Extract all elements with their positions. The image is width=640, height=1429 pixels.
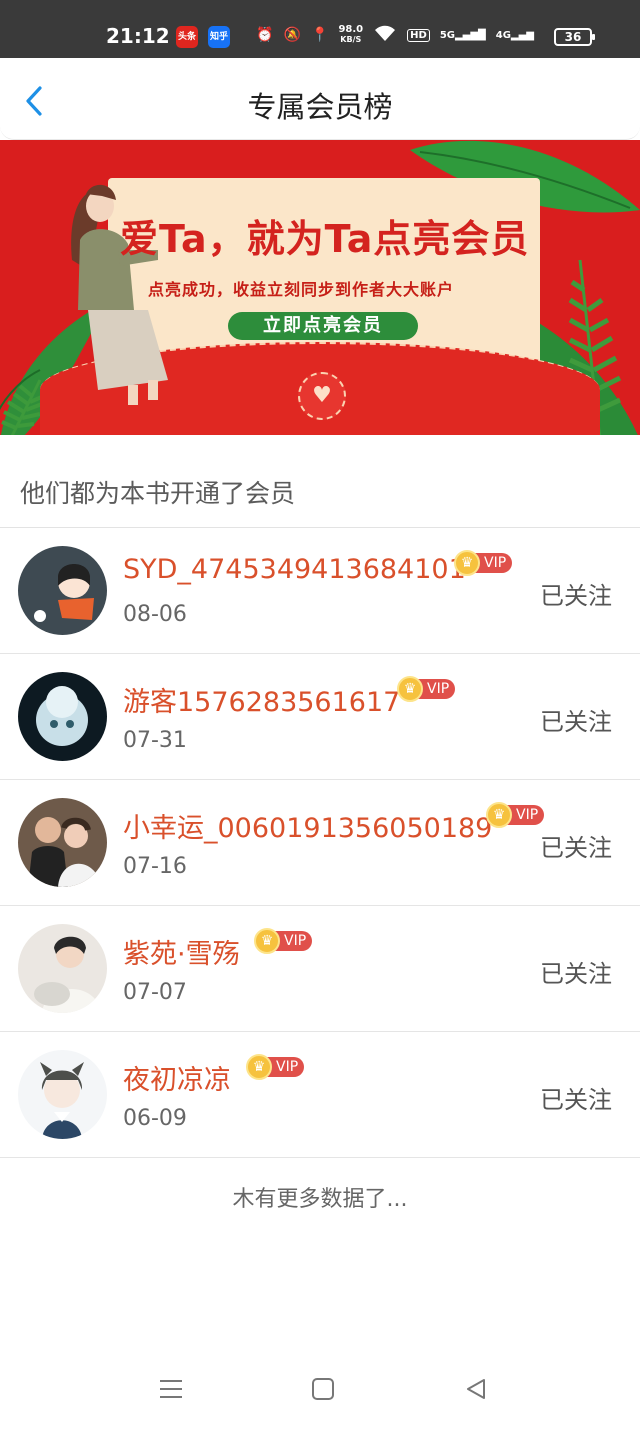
toutiao-app-icon: 头条 — [176, 26, 198, 48]
wifi-icon — [373, 24, 397, 46]
vip-badge: ♛ VIP — [254, 928, 313, 954]
vip-crown-icon: ♛ — [254, 928, 280, 954]
avatar[interactable] — [18, 798, 107, 887]
home-nav-button[interactable] — [308, 1374, 338, 1404]
signal-4g-label: 4G — [495, 29, 511, 41]
back-nav-icon — [467, 1379, 485, 1399]
home-nav-icon — [312, 1378, 334, 1400]
back-nav-button[interactable] — [462, 1374, 492, 1404]
signal-5g-label: 5G — [439, 29, 455, 41]
follow-button[interactable]: 已关注 — [540, 576, 612, 611]
promo-banner[interactable]: ♥ 爱Ta，就为Ta点亮会员 点亮成功，收益立刻同步到作者大大账户 立即点亮会员 — [0, 140, 640, 435]
alarm-icon: ⏰ — [256, 27, 274, 43]
vip-crown-icon: ♛ — [246, 1054, 272, 1080]
member-name[interactable]: 夜初凉凉 — [123, 1058, 231, 1097]
vip-badge: ♛ VIP — [397, 676, 456, 702]
avatar[interactable] — [18, 672, 107, 761]
vip-crown-icon: ♛ — [397, 676, 423, 702]
member-name[interactable]: SYD_4745349413684101 — [123, 554, 466, 585]
no-more-data-text: 木有更多数据了... — [232, 1187, 408, 1212]
member-row[interactable]: 小幸运_0060191356050189 ♛ VIP 07-16 已关注 — [0, 780, 640, 906]
menu-nav-button[interactable] — [156, 1374, 186, 1404]
status-bar: 21:12 头条 知乎 ⏰ 🔕 📍 98.0 KB/S HD 5G▂▄▆█ 4G… — [0, 0, 640, 58]
banner-subline: 点亮成功，收益立刻同步到作者大大账户 — [148, 280, 455, 299]
member-name[interactable]: 小幸运_0060191356050189 — [123, 806, 492, 845]
page-title: 专属会员榜 — [247, 90, 393, 124]
light-up-vip-button[interactable]: 立即点亮会员 — [228, 312, 418, 340]
status-icons: ⏰ 🔕 📍 98.0 KB/S HD 5G▂▄▆█ 4G▂▄▆ — [256, 24, 582, 46]
member-row[interactable]: SYD_4745349413684101 ♛ VIP 08-06 已关注 — [0, 528, 640, 654]
follow-button[interactable]: 已关注 — [540, 954, 612, 989]
page-header: 专属会员榜 — [0, 58, 640, 140]
vip-crown-icon: ♛ — [454, 550, 480, 576]
banner-headline: 爱Ta，就为Ta点亮会员 — [120, 217, 530, 261]
system-nav-bar — [0, 1350, 640, 1429]
member-date: 07-31 — [123, 728, 187, 753]
member-date: 07-16 — [123, 854, 187, 879]
member-name[interactable]: 游客1576283561617 — [123, 680, 400, 719]
member-date: 06-09 — [123, 1106, 187, 1131]
follow-button[interactable]: 已关注 — [540, 828, 612, 863]
net-speed: 98.0 KB/S — [338, 25, 363, 45]
member-row[interactable]: 游客1576283561617 ♛ VIP 07-31 已关注 — [0, 654, 640, 780]
avatar[interactable] — [18, 1050, 107, 1139]
signal-4g: 4G▂▄▆ — [496, 30, 534, 41]
net-speed-unit: KB/S — [340, 35, 362, 44]
vip-crown-icon: ♛ — [486, 802, 512, 828]
member-date: 08-06 — [123, 602, 187, 627]
member-date: 07-07 — [123, 980, 187, 1005]
member-row[interactable]: 紫苑·雪殇 ♛ VIP 07-07 已关注 — [0, 906, 640, 1032]
vip-badge: ♛ VIP — [246, 1054, 305, 1080]
vip-badge: ♛ VIP — [486, 802, 545, 828]
follow-button[interactable]: 已关注 — [540, 702, 612, 737]
signal-bars-icon: ▂▄▆█ — [454, 29, 486, 41]
signal-bars-icon: ▂▄▆ — [510, 29, 534, 41]
menu-nav-icon — [160, 1380, 182, 1398]
avatar[interactable] — [18, 924, 107, 1013]
vip-badge: ♛ VIP — [454, 550, 513, 576]
avatar[interactable] — [18, 546, 107, 635]
location-icon: 📍 — [311, 27, 329, 43]
battery-icon: 36 — [554, 28, 595, 46]
member-row[interactable]: 夜初凉凉 ♛ VIP 06-09 已关注 — [0, 1032, 640, 1158]
heart-seal-icon: ♥ — [298, 372, 346, 420]
net-speed-value: 98.0 — [338, 24, 364, 35]
hd-badge: HD — [407, 28, 430, 42]
follow-button[interactable]: 已关注 — [540, 1080, 612, 1115]
status-time: 21:12 — [106, 24, 170, 48]
member-name[interactable]: 紫苑·雪殇 — [123, 932, 240, 971]
zhihu-app-icon: 知乎 — [208, 26, 230, 48]
signal-5g: 5G▂▄▆█ — [440, 30, 486, 41]
section-title: 他们都为本书开通了会员 — [20, 479, 296, 508]
mute-icon: 🔕 — [283, 27, 302, 43]
